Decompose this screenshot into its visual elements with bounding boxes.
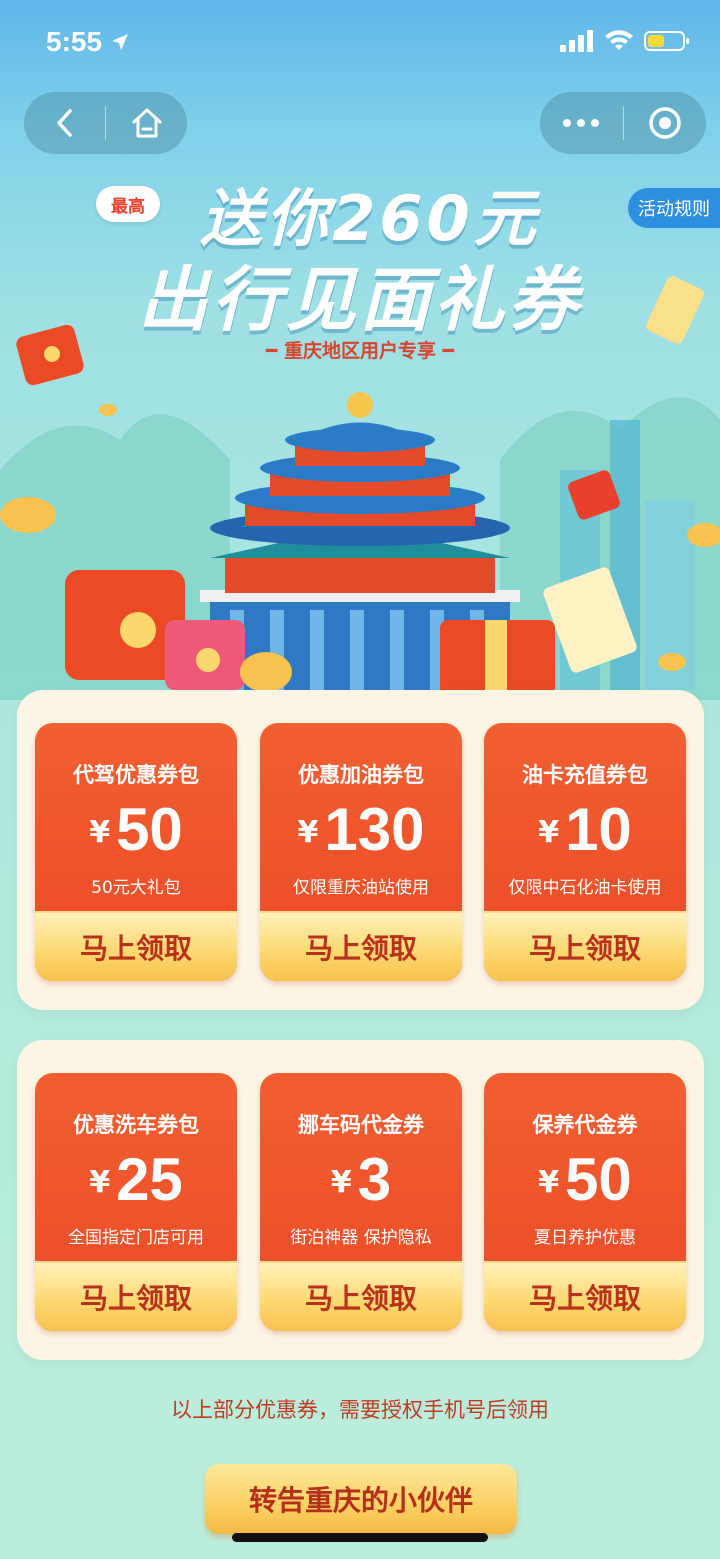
coupon-card: 挪车码代金券 ¥3 街泊神器 保护隐私 马上领取 [260, 1073, 462, 1331]
coupon-amount: ¥3 [260, 1145, 462, 1214]
rules-tab[interactable]: 活动规则 [628, 188, 720, 228]
more-button[interactable] [540, 92, 623, 154]
coupon-value: 10 [565, 796, 632, 863]
coupon-amount: ¥130 [260, 795, 462, 864]
headline-line2: 出行见面礼券 [138, 259, 582, 341]
coupon-amount: ¥25 [35, 1145, 237, 1214]
location-arrow-icon [111, 34, 128, 50]
coupon-panel-2: 优惠洗车券包 ¥25 全国指定门店可用 马上领取 挪车码代金券 ¥3 街泊神器 … [17, 1040, 704, 1360]
coupon-title: 挪车码代金券 [298, 1113, 424, 1137]
status-icons [560, 30, 690, 52]
claim-button[interactable]: 马上领取 [484, 1261, 686, 1331]
back-button[interactable] [24, 92, 105, 154]
coupon-desc: 夏日养护优惠 [534, 1228, 636, 1248]
coupon-card: 优惠洗车券包 ¥25 全国指定门店可用 马上领取 [35, 1073, 237, 1331]
coupon-value: 130 [324, 796, 425, 863]
wifi-icon [605, 30, 633, 50]
currency-symbol: ¥ [538, 1165, 560, 1200]
coupon-title: 代驾优惠券包 [73, 763, 199, 787]
coupon-card: 优惠加油券包 ¥130 仅限重庆油站使用 马上领取 [260, 723, 462, 981]
coupon-desc: 仅限中石化油卡使用 [508, 878, 662, 898]
subhead-region: ━ 重庆地区用户专享 ━ [265, 340, 455, 362]
coupon-desc: 全国指定门店可用 [68, 1228, 204, 1248]
coupon-value: 25 [116, 1146, 183, 1213]
claim-button[interactable]: 马上领取 [35, 1261, 237, 1331]
claim-button[interactable]: 马上领取 [260, 1261, 462, 1331]
claim-button[interactable]: 马上领取 [35, 911, 237, 981]
close-miniprogram-button[interactable] [624, 92, 707, 154]
target-close-icon [649, 107, 681, 139]
currency-symbol: ¥ [89, 815, 111, 850]
home-icon [132, 108, 161, 138]
coupon-panel-1: 代驾优惠券包 ¥50 50元大礼包 马上领取 优惠加油券包 ¥130 仅限重庆油… [17, 690, 704, 1010]
coupon-amount: ¥10 [484, 795, 686, 864]
currency-symbol: ¥ [538, 815, 560, 850]
coupon-value: 3 [357, 1146, 392, 1213]
currency-symbol: ¥ [89, 1165, 111, 1200]
coupon-desc: 50元大礼包 [91, 878, 181, 898]
status-time: 5:55 [46, 26, 130, 58]
status-bar: 5:55 [0, 0, 720, 88]
coupon-card: 油卡充值券包 ¥10 仅限中石化油卡使用 马上领取 [484, 723, 686, 981]
coupon-title: 优惠加油券包 [298, 763, 424, 787]
battery-icon [644, 31, 689, 51]
coupon-value: 50 [116, 796, 183, 863]
coupon-desc: 街泊神器 保护隐私 [290, 1228, 432, 1248]
share-button[interactable]: 转告重庆的小伙伴 [205, 1464, 517, 1534]
authorization-note: 以上部分优惠券，需要授权手机号后领用 [171, 1398, 549, 1422]
home-button[interactable] [106, 92, 187, 154]
chevron-left-icon [56, 109, 72, 137]
claim-button[interactable]: 马上领取 [260, 911, 462, 981]
signal-icon [560, 30, 593, 52]
coupon-card: 保养代金券 ¥50 夏日养护优惠 马上领取 [484, 1073, 686, 1331]
nav-capsule-left [24, 92, 187, 154]
home-indicator [232, 1533, 488, 1542]
clock-text: 5:55 [46, 26, 103, 57]
coupon-title: 油卡充值券包 [522, 763, 648, 787]
currency-symbol: ¥ [297, 815, 319, 850]
coupon-title: 保养代金券 [532, 1113, 638, 1137]
coupon-amount: ¥50 [35, 795, 237, 864]
coupon-desc: 仅限重庆油站使用 [293, 878, 429, 898]
claim-button[interactable]: 马上领取 [484, 911, 686, 981]
more-dots-icon [563, 119, 600, 127]
nav-capsule-right [540, 92, 706, 154]
coupon-amount: ¥50 [484, 1145, 686, 1214]
currency-symbol: ¥ [330, 1165, 352, 1200]
coupon-value: 50 [565, 1146, 632, 1213]
coupon-title: 优惠洗车券包 [73, 1113, 199, 1137]
coupon-card: 代驾优惠券包 ¥50 50元大礼包 马上领取 [35, 723, 237, 981]
